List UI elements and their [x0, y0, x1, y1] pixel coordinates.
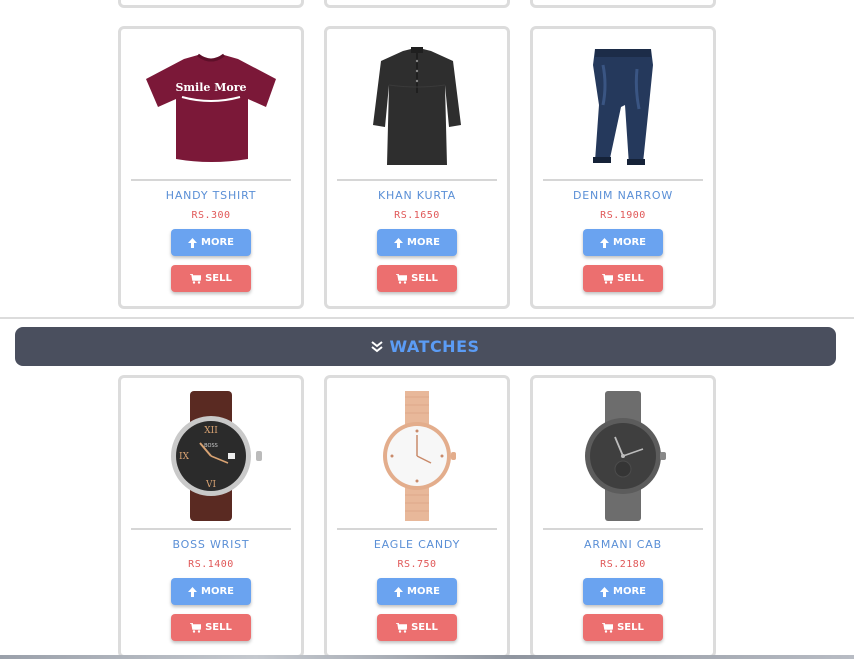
product-card [530, 0, 716, 8]
armani-watch-image[interactable] [543, 386, 703, 526]
product-name[interactable]: ARMANI CAB [584, 538, 662, 551]
sell-button[interactable]: SELL [377, 614, 457, 641]
product-card: XII VI IX BOSS BOSS WRIST RS.1400 MORE S… [118, 375, 304, 658]
card-divider [337, 528, 497, 530]
svg-text:BOSS: BOSS [204, 443, 218, 449]
product-price: RS.1900 [600, 210, 646, 221]
product-name[interactable]: BOSS WRIST [173, 538, 250, 551]
more-button[interactable]: MORE [171, 229, 251, 256]
more-button[interactable]: MORE [583, 229, 663, 256]
sell-button-label: SELL [617, 273, 644, 284]
arrow-up-icon [188, 237, 197, 248]
more-button-label: MORE [613, 237, 646, 248]
product-price: RS.1650 [394, 210, 440, 221]
more-button[interactable]: MORE [377, 578, 457, 605]
sell-button-label: SELL [617, 622, 644, 633]
svg-text:IX: IX [179, 452, 190, 462]
svg-text:Smile More: Smile More [175, 81, 246, 94]
svg-text:XII: XII [204, 426, 218, 436]
jeans-image[interactable] [543, 37, 703, 177]
product-card: KHAN KURTA RS.1650 MORE SELL [324, 26, 510, 309]
sell-button-label: SELL [411, 273, 438, 284]
product-name[interactable]: DENIM NARROW [573, 189, 673, 202]
cart-icon [190, 622, 202, 633]
more-button-label: MORE [201, 237, 234, 248]
arrow-up-icon [600, 586, 609, 597]
watches-product-row: XII VI IX BOSS BOSS WRIST RS.1400 MORE S… [118, 375, 733, 658]
arrow-up-icon [600, 237, 609, 248]
taskbar-strip [0, 655, 854, 659]
sell-button[interactable]: SELL [171, 614, 251, 641]
cart-icon [396, 273, 408, 284]
arrow-up-icon [394, 237, 403, 248]
card-divider [337, 179, 497, 181]
more-button-label: MORE [407, 237, 440, 248]
sell-button[interactable]: SELL [171, 265, 251, 292]
section-title: WATCHES [389, 337, 480, 356]
arrow-up-icon [188, 586, 197, 597]
product-price: RS.750 [397, 559, 437, 570]
product-card: Smile More HANDY TSHIRT RS.300 MORE SELL [118, 26, 304, 309]
double-chevron-down-icon [371, 340, 384, 352]
more-button-label: MORE [613, 586, 646, 597]
more-button[interactable]: MORE [377, 229, 457, 256]
more-button[interactable]: MORE [583, 578, 663, 605]
product-card: DENIM NARROW RS.1900 MORE SELL [530, 26, 716, 309]
product-name[interactable]: EAGLE CANDY [374, 538, 460, 551]
card-divider [131, 179, 291, 181]
sell-button[interactable]: SELL [583, 614, 663, 641]
kurta-image[interactable] [337, 37, 497, 177]
sell-button[interactable]: SELL [377, 265, 457, 292]
boss-watch-image[interactable]: XII VI IX BOSS [131, 386, 291, 526]
eagle-watch-image[interactable] [337, 386, 497, 526]
product-price: RS.300 [191, 210, 231, 221]
cart-icon [602, 622, 614, 633]
product-price: RS.2180 [600, 559, 646, 570]
sell-button-label: SELL [411, 622, 438, 633]
more-button-label: MORE [201, 586, 234, 597]
section-separator [0, 317, 854, 319]
sell-button[interactable]: SELL [583, 265, 663, 292]
svg-text:VI: VI [205, 480, 216, 490]
previous-product-row [118, 0, 733, 8]
more-button-label: MORE [407, 586, 440, 597]
sell-button-label: SELL [205, 273, 232, 284]
card-divider [543, 179, 703, 181]
cart-icon [602, 273, 614, 284]
cart-icon [190, 273, 202, 284]
more-button[interactable]: MORE [171, 578, 251, 605]
product-price: RS.1400 [188, 559, 234, 570]
product-name[interactable]: KHAN KURTA [378, 189, 456, 202]
card-divider [543, 528, 703, 530]
cart-icon [396, 622, 408, 633]
product-card [118, 0, 304, 8]
arrow-up-icon [394, 586, 403, 597]
product-card [324, 0, 510, 8]
product-card: ARMANI CAB RS.2180 MORE SELL [530, 375, 716, 658]
product-card: EAGLE CANDY RS.750 MORE SELL [324, 375, 510, 658]
product-listing-page: Smile More HANDY TSHIRT RS.300 MORE SELL [0, 0, 854, 659]
watches-section-header[interactable]: WATCHES [15, 327, 836, 366]
tshirt-image[interactable]: Smile More [131, 37, 291, 177]
clothing-product-row: Smile More HANDY TSHIRT RS.300 MORE SELL [118, 26, 733, 309]
sell-button-label: SELL [205, 622, 232, 633]
product-name[interactable]: HANDY TSHIRT [166, 189, 257, 202]
card-divider [131, 528, 291, 530]
